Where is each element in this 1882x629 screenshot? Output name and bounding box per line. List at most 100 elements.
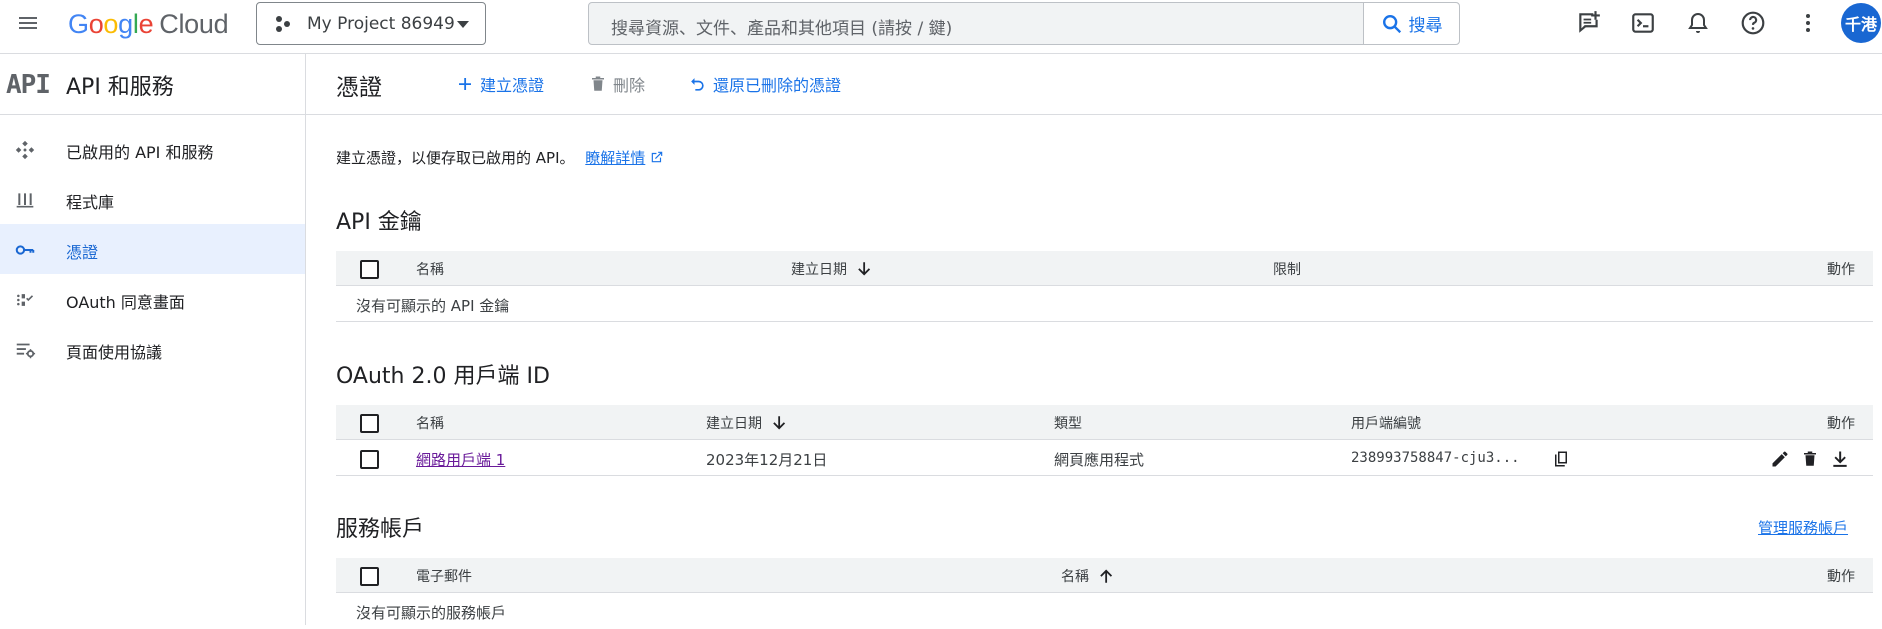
search-bar[interactable]: 搜尋資源、文件、產品和其他項目 (請按 / 鍵) 搜尋 [588,2,1460,45]
learn-more-link[interactable]: 瞭解詳情 [585,149,645,167]
copy-icon[interactable] [1550,448,1572,470]
search-icon [1382,14,1401,33]
logo-letter: g [118,9,133,39]
page-header: 憑證 建立憑證 刪除 還原已刪除的憑證 [306,54,1882,115]
service-accounts-table-header: 電子郵件 名稱 動作 [336,558,1873,593]
search-button[interactable]: 搜尋 [1363,3,1459,44]
create-credentials-label: 建立憑證 [480,76,545,95]
side-nav-title: API 和服務 [66,75,174,100]
key-icon [14,239,36,261]
column-header-client-id: 用戶端編號 [1351,416,1421,432]
download-icon[interactable] [1829,448,1851,470]
column-header-actions: 動作 [1827,569,1855,585]
chevron-down-icon [457,21,469,28]
column-header-actions: 動作 [1827,416,1855,432]
intro-text-row: 建立憑證，以便存取已啟用的 API。 瞭解詳情 [336,147,664,168]
oauth-heading: OAuth 2.0 用戶端 ID [336,364,550,389]
arrow-down-icon [858,262,871,276]
oauth-client-type: 網頁應用程式 [1054,451,1145,469]
api-keys-heading: API 金鑰 [336,210,422,235]
create-credentials-button[interactable]: 建立憑證 [456,72,544,96]
api-hub-icon [14,139,36,161]
column-header-restrictions: 限制 [1273,262,1301,278]
arrow-down-icon [773,416,786,430]
cloud-shell-icon[interactable] [1625,5,1661,41]
select-all-checkbox[interactable] [360,414,379,433]
column-header-name[interactable]: 名稱 [416,259,444,279]
logo-letter: G [68,9,89,39]
sidebar-item-label: OAuth 同意畫面 [66,293,185,312]
table-row: 沒有可顯示的 API 金鑰 [336,287,1873,322]
project-selector[interactable]: My Project 86949 [256,2,486,45]
logo-letter: o [103,9,119,39]
intro-text: 建立憑證，以便存取已啟用的 API。 [336,149,575,167]
delete-label: 刪除 [613,76,646,95]
add-icon [459,78,471,90]
table-row: 網路用戶端 1 2023年12月21日 網頁應用程式 238993758847-… [336,441,1873,476]
side-nav: API API 和服務 已啟用的 API 和服務 程式庫 憑證 OAuth 同意… [0,54,306,625]
column-header-type[interactable]: 類型 [1054,413,1082,433]
column-header-name[interactable]: 名稱 [416,413,444,433]
delete-icon [592,76,604,91]
column-header-created[interactable]: 建立日期 [706,413,788,433]
oauth-table-header: 名稱 建立日期 類型 用戶端編號 動作 [336,405,1873,440]
column-header-email[interactable]: 電子郵件 [416,566,472,586]
notifications-icon[interactable] [1680,5,1716,41]
google-cloud-logo[interactable]: Google Cloud [68,9,229,40]
empty-state-text: 沒有可顯示的 API 金鑰 [356,297,510,315]
column-header-actions: 動作 [1827,262,1855,278]
logo-letter: e [138,9,154,39]
sidebar-item-oauth-consent[interactable]: OAuth 同意畫面 [0,274,305,324]
feedback-icon[interactable] [1571,5,1607,41]
row-checkbox[interactable] [360,450,379,469]
project-name: My Project 86949 [307,13,455,34]
select-all-checkbox[interactable] [360,260,379,279]
side-nav-header: API API 和服務 [0,54,305,115]
open-in-new-icon [651,151,663,163]
sidebar-item-library[interactable]: 程式庫 [0,174,305,224]
sidebar-item-label: 程式庫 [66,193,115,212]
logo-cloud: Cloud [159,9,229,39]
top-bar: Google Cloud My Project 86949 搜尋資源、文件、產品和… [0,0,1882,54]
consent-dots-icon [14,289,36,311]
column-header-label: 建立日期 [706,416,762,432]
column-header-label: 建立日期 [791,262,847,278]
undo-icon [691,78,704,91]
sidebar-item-label: 憑證 [66,243,99,262]
help-icon[interactable] [1735,5,1771,41]
column-header-name[interactable]: 名稱 [1061,566,1115,586]
api-keys-table-header: 名稱 建立日期 限制 動作 [336,251,1873,286]
sidebar-item-credentials[interactable]: 憑證 [0,224,305,274]
empty-state-text: 沒有可顯示的服務帳戶 [356,604,507,622]
api-logo: API [6,70,51,100]
page-title: 憑證 [336,75,382,101]
sidebar-item-label: 頁面使用協議 [66,343,163,362]
edit-icon[interactable] [1769,448,1791,470]
avatar[interactable]: 千港 [1841,3,1881,43]
logo-google: Google [68,9,154,39]
sidebar-item-page-usage-agreements[interactable]: 頁面使用協議 [0,324,305,374]
settings-list-icon [14,339,36,361]
select-all-checkbox[interactable] [360,567,379,586]
delete-icon[interactable] [1799,448,1821,470]
project-dots-icon [276,15,290,32]
sidebar-item-label: 已啟用的 API 和服務 [66,143,214,162]
column-header-label: 名稱 [1061,569,1089,585]
delete-button[interactable]: 刪除 [589,72,645,96]
search-input[interactable]: 搜尋資源、文件、產品和其他項目 (請按 / 鍵) [611,14,952,39]
restore-deleted-credentials-button[interactable]: 還原已刪除的憑證 [687,72,841,96]
restore-label: 還原已刪除的憑證 [713,76,842,95]
oauth-client-id: 238993758847-cju3... [1351,450,1520,466]
arrow-up-icon [1100,569,1113,583]
menu-icon[interactable] [10,5,46,41]
oauth-client-created: 2023年12月21日 [706,451,828,469]
service-accounts-heading: 服務帳戶 [336,517,425,542]
more-vert-icon[interactable] [1790,5,1826,41]
column-header-created[interactable]: 建立日期 [791,259,873,279]
search-button-label: 搜尋 [1408,16,1443,36]
sidebar-item-enabled-apis[interactable]: 已啟用的 API 和服務 [0,124,305,174]
manage-service-accounts-link[interactable]: 管理服務帳戶 [1758,517,1848,538]
library-icon [14,189,36,211]
oauth-client-name-link[interactable]: 網路用戶端 1 [416,449,505,470]
logo-letter: o [88,9,104,39]
